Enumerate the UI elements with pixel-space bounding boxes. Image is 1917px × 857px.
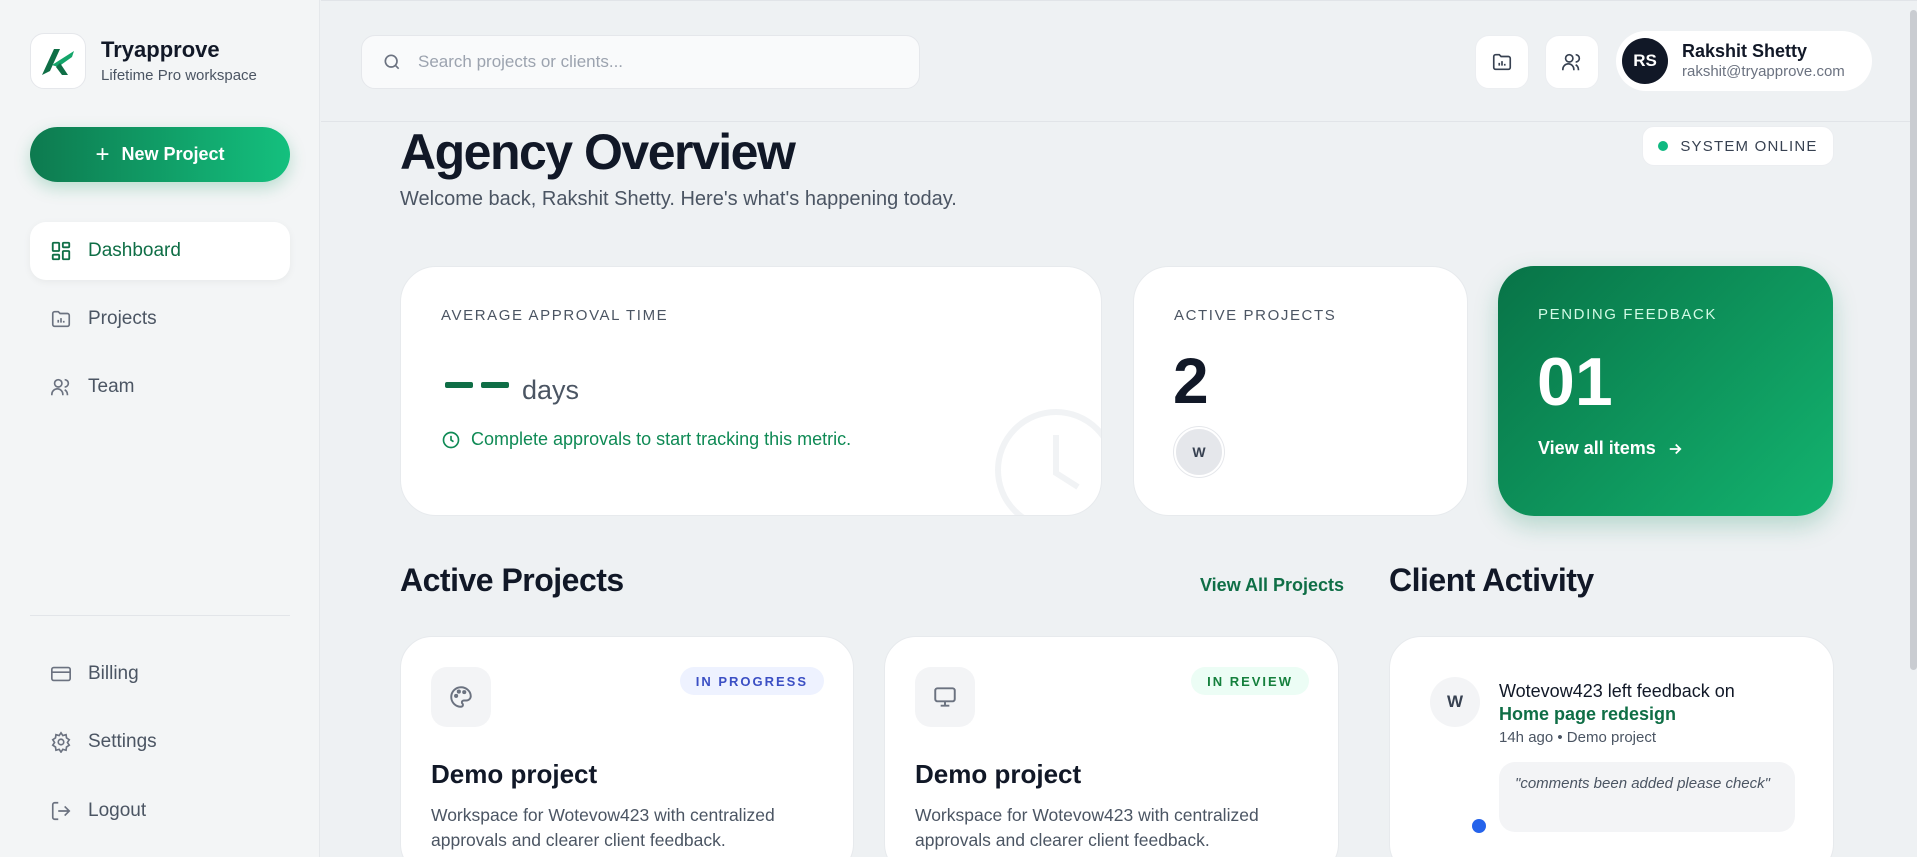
palette-icon xyxy=(450,686,472,708)
avg-hint-text: Complete approvals to start tracking thi… xyxy=(471,429,852,449)
project-card[interactable]: IN PROGRESS Demo project Workspace for W… xyxy=(400,636,854,857)
status-badge: IN PROGRESS xyxy=(679,667,824,695)
project-card[interactable]: IN REVIEW Demo project Workspace for Wot… xyxy=(884,636,1339,857)
project-name: Demo project xyxy=(431,759,598,789)
project-name: Demo project xyxy=(915,759,1082,789)
search-input[interactable] xyxy=(418,52,898,72)
search-icon xyxy=(384,54,400,70)
view-all-projects-link[interactable]: View All Projects xyxy=(1200,575,1344,596)
card-label: PENDING FEEDBACK xyxy=(1538,306,1717,323)
dashboard-icon xyxy=(51,241,71,261)
avg-unit: days xyxy=(522,375,580,405)
view-all-items-link[interactable]: View all items xyxy=(1538,438,1684,459)
logout-icon xyxy=(51,801,71,821)
page-title: Agency Overview xyxy=(400,124,796,180)
user-menu[interactable]: RS Rakshit Shetty rakshit@tryapprove.com xyxy=(1616,31,1872,91)
page-scrollbar[interactable] xyxy=(1910,10,1917,670)
projects-shortcut-button[interactable] xyxy=(1475,35,1529,89)
page-subtitle: Welcome back, Rakshit Shetty. Here's wha… xyxy=(400,188,957,210)
monitor-icon xyxy=(934,687,956,707)
sidebar: Tryapprove Lifetime Pro workspace + New … xyxy=(0,0,320,857)
gear-icon xyxy=(51,731,71,753)
project-description: Workspace for Wotevow423 with centralize… xyxy=(431,805,775,850)
sidebar-item-projects[interactable]: Projects xyxy=(30,290,290,348)
users-icon xyxy=(51,378,70,396)
avg-hint: Complete approvals to start tracking thi… xyxy=(441,429,851,450)
sidebar-item-label: Logout xyxy=(88,800,147,821)
active-projects-count: 2 xyxy=(1173,345,1209,417)
brand[interactable]: Tryapprove Lifetime Pro workspace xyxy=(30,33,257,89)
status-badge: SYSTEM ONLINE xyxy=(1642,126,1834,166)
arrow-right-icon xyxy=(1669,443,1682,454)
brand-subtitle: Lifetime Pro workspace xyxy=(101,66,257,84)
search-bar[interactable] xyxy=(361,35,920,89)
comment-indicator-icon xyxy=(1470,817,1488,835)
plus-icon: + xyxy=(95,140,110,168)
average-approval-card: AVERAGE APPROVAL TIME days Complete appr… xyxy=(400,266,1102,516)
activity-meta: 14h ago • Demo project xyxy=(1499,729,1657,746)
status-badge: IN REVIEW xyxy=(1191,667,1309,695)
tryapprove-logo-icon xyxy=(30,33,86,89)
avatar: W xyxy=(1430,677,1480,727)
sidebar-item-label: Projects xyxy=(88,308,157,329)
project-icon xyxy=(915,667,975,727)
clock-icon xyxy=(442,431,460,448)
sidebar-item-settings[interactable]: Settings xyxy=(30,713,290,771)
sidebar-item-dashboard[interactable]: Dashboard xyxy=(30,222,290,280)
new-project-button[interactable]: + New Project xyxy=(30,127,290,182)
avatar: W xyxy=(1174,427,1224,477)
view-all-items-label: View all items xyxy=(1538,438,1656,458)
sidebar-item-team[interactable]: Team xyxy=(30,358,290,416)
active-projects-heading: Active Projects xyxy=(400,562,624,598)
avatar: RS xyxy=(1622,38,1668,84)
activity-quote: "comments been added please check" xyxy=(1499,762,1795,832)
credit-card-icon xyxy=(51,666,71,682)
card-label: ACTIVE PROJECTS xyxy=(1174,307,1337,324)
sidebar-item-label: Settings xyxy=(88,731,157,752)
sidebar-divider xyxy=(30,615,290,616)
users-icon xyxy=(1562,53,1581,71)
client-activity-heading: Client Activity xyxy=(1389,562,1594,598)
pending-feedback-count: 01 xyxy=(1537,344,1613,420)
activity-text: Wotevow423 left feedback on xyxy=(1499,681,1735,701)
activity-card: W Wotevow423 left feedback on Home page … xyxy=(1389,636,1834,857)
new-project-label: New Project xyxy=(121,144,225,164)
sidebar-item-label: Billing xyxy=(88,663,139,684)
active-projects-card: ACTIVE PROJECTS 2 W xyxy=(1133,266,1468,516)
status-label: SYSTEM ONLINE xyxy=(1680,137,1818,155)
team-shortcut-button[interactable] xyxy=(1545,35,1599,89)
activity-project-link[interactable]: Home page redesign xyxy=(1499,704,1676,725)
sidebar-item-billing[interactable]: Billing xyxy=(30,645,290,703)
clock-watermark-icon xyxy=(995,409,1101,515)
folder-chart-icon xyxy=(1492,53,1512,71)
sidebar-item-label: Team xyxy=(88,376,135,397)
project-description: Workspace for Wotevow423 with centralize… xyxy=(915,805,1259,850)
project-icon xyxy=(431,667,491,727)
user-email: rakshit@tryapprove.com xyxy=(1682,63,1845,80)
status-dot-icon xyxy=(1658,141,1669,151)
brand-name: Tryapprove xyxy=(101,36,220,62)
pending-feedback-card: PENDING FEEDBACK 01 View all items xyxy=(1498,266,1833,516)
folder-chart-icon xyxy=(51,310,71,328)
user-name: Rakshit Shetty xyxy=(1682,41,1808,61)
sidebar-item-logout[interactable]: Logout xyxy=(30,782,290,840)
sidebar-item-label: Dashboard xyxy=(88,240,181,261)
card-label: AVERAGE APPROVAL TIME xyxy=(441,307,669,324)
